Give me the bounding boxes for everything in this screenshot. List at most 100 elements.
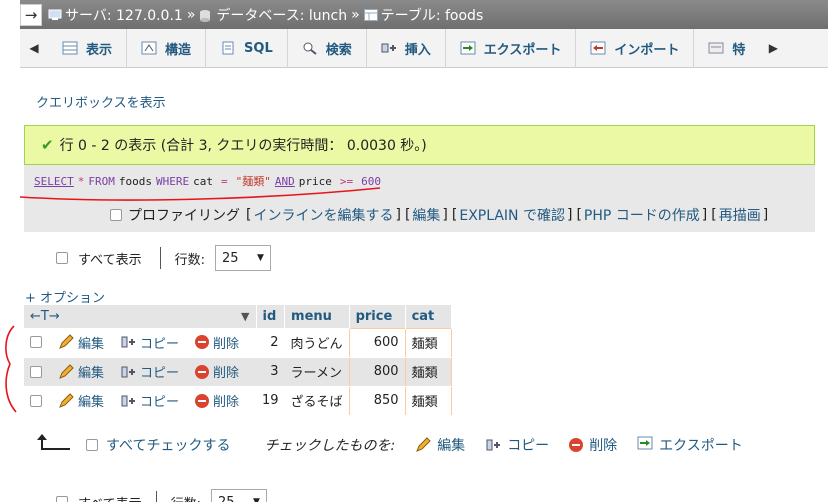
table-row: 編集 コピー 削除 2 肉うどん 600 麺類	[24, 327, 452, 358]
rows-label: 行数:	[174, 252, 205, 268]
row-checkbox[interactable]	[30, 365, 42, 378]
sql-keyword-from[interactable]: FROM	[88, 175, 115, 188]
cell-id: 19	[256, 386, 285, 416]
scroll-left-icon[interactable]: ◀	[20, 41, 48, 55]
edit-link[interactable]: 編集	[412, 205, 440, 225]
delete-icon	[569, 438, 584, 452]
cell-price[interactable]: 600	[348, 327, 406, 358]
bulk-export-button[interactable]: エクスポート	[637, 435, 743, 455]
server-icon	[48, 9, 62, 21]
cell-cat[interactable]: 麺類	[404, 327, 452, 358]
delete-row-link[interactable]: 削除	[213, 362, 239, 381]
sql-op-eq: =	[221, 174, 228, 188]
import-icon	[590, 41, 606, 55]
column-resize-icon[interactable]: ←T→	[30, 309, 60, 324]
profiling-checkbox[interactable]	[110, 208, 122, 221]
delete-row-link[interactable]: 削除	[213, 333, 239, 352]
cell-cat[interactable]: 麺類	[404, 385, 452, 416]
tab-sql[interactable]: SQL	[206, 28, 288, 68]
cell-menu: 肉うどん	[284, 328, 350, 358]
cell-price[interactable]: 800	[348, 356, 406, 387]
tab-insert[interactable]: 挿入	[367, 28, 446, 68]
structure-icon	[141, 41, 157, 55]
show-all-checkbox[interactable]	[56, 496, 68, 502]
bracket: ]	[566, 206, 573, 223]
arrow-right-icon[interactable]: →	[20, 3, 42, 26]
check-all-checkbox[interactable]	[86, 439, 98, 451]
cell-price[interactable]: 850	[348, 385, 406, 416]
tab-export[interactable]: エクスポート	[446, 28, 577, 68]
bulk-delete-button[interactable]: 削除	[569, 435, 617, 455]
edit-row-link[interactable]: 編集	[78, 362, 104, 381]
dropdown-arrow-icon: ▼	[253, 497, 260, 502]
copy-row-link[interactable]: コピー	[140, 391, 179, 410]
bulk-edit-button[interactable]: 編集	[415, 435, 465, 455]
pencil-icon[interactable]	[58, 363, 74, 380]
success-message: ✔ 行 0 - 2 の表示 (合計 3, クエリの実行時間： 0.0030 秒。…	[24, 125, 815, 165]
delete-row-link[interactable]: 削除	[213, 391, 239, 410]
sql-keyword-and[interactable]: AND	[275, 175, 295, 188]
bulk-copy-button[interactable]: コピー	[485, 435, 549, 455]
check-all-label[interactable]: すべてチェックする	[106, 435, 230, 455]
tab-operations[interactable]: 特	[694, 29, 759, 68]
rows-select[interactable]: 25 ▼	[210, 489, 267, 502]
tab-label: 検索	[325, 42, 352, 58]
tab-search[interactable]: 検索	[288, 28, 367, 68]
tab-import[interactable]: インポート	[576, 28, 695, 68]
rows-select[interactable]: 25 ▼	[214, 245, 271, 271]
pencil-icon[interactable]	[58, 392, 74, 409]
column-header-id[interactable]: id	[256, 305, 286, 328]
export-icon	[460, 41, 476, 55]
show-all-label: すべて表示	[78, 493, 142, 502]
copy-icon[interactable]	[120, 334, 136, 350]
breadcrumb-server[interactable]: サーバ: 127.0.0.1	[65, 5, 183, 25]
row-checkbox[interactable]	[30, 394, 42, 407]
bracket: [	[404, 206, 411, 223]
rows-label: 行数:	[171, 493, 201, 502]
scroll-right-icon[interactable]: ▶	[759, 41, 787, 55]
sql-keyword-select[interactable]: SELECT	[34, 175, 74, 188]
sql-op-gte: >=	[339, 174, 354, 188]
explain-link[interactable]: EXPLAIN で確認	[459, 205, 565, 225]
cell-cat[interactable]: 麺類	[404, 356, 452, 387]
insert-icon	[381, 41, 397, 55]
tab-bar: ◀ 表示 構造 SQL 検索 挿入 エクスポート インポート 特 ▶	[20, 28, 828, 68]
delete-icon[interactable]	[195, 393, 210, 408]
navigation-controls-bottom: すべて表示 行数: 25 ▼	[56, 489, 267, 502]
pencil-icon[interactable]	[58, 334, 74, 350]
tab-browse[interactable]: 表示	[48, 28, 128, 68]
row-checkbox[interactable]	[30, 336, 42, 349]
tab-label: 表示	[86, 42, 113, 58]
column-header-menu[interactable]: menu	[284, 305, 350, 328]
sql-star: *	[77, 174, 85, 188]
sql-keyword-where[interactable]: WHERE	[156, 175, 189, 188]
copy-icon[interactable]	[120, 393, 136, 409]
row-actions: 編集 コピー 削除	[24, 328, 256, 358]
sort-dropdown-icon[interactable]: ▼	[241, 310, 249, 323]
show-all-checkbox[interactable]	[56, 252, 68, 264]
breadcrumb-separator-2: »	[351, 6, 360, 23]
sql-col-cat: cat	[193, 174, 213, 188]
php-code-link[interactable]: PHP コードの作成	[584, 205, 700, 225]
inline-edit-link[interactable]: インラインを編集する	[253, 205, 393, 225]
show-query-box-link[interactable]: クエリボックスを表示	[36, 92, 166, 111]
tab-structure[interactable]: 構造	[127, 28, 207, 68]
sql-query-display: SELECT * FROM foods WHERE cat = "麺類" AND…	[24, 165, 815, 197]
refresh-link[interactable]: 再描画	[719, 205, 761, 225]
column-header-cat[interactable]: cat	[405, 305, 452, 328]
cell-menu: ざるそば	[284, 386, 350, 416]
edit-row-link[interactable]: 編集	[78, 391, 104, 410]
breadcrumb-database[interactable]: データベース: lunch	[216, 5, 347, 25]
row-actions: 編集 コピー 削除	[24, 386, 256, 416]
edit-row-link[interactable]: 編集	[78, 333, 104, 352]
copy-row-link[interactable]: コピー	[140, 362, 179, 381]
options-link[interactable]: + オプション	[25, 287, 105, 306]
cell-id: 2	[256, 328, 285, 358]
copy-icon[interactable]	[120, 364, 136, 380]
copy-row-link[interactable]: コピー	[140, 333, 179, 352]
breadcrumb-table[interactable]: テーブル: foods	[381, 5, 484, 25]
column-header-price[interactable]: price	[349, 305, 406, 328]
delete-icon[interactable]	[195, 335, 210, 350]
tab-label: 構造	[165, 42, 192, 58]
delete-icon[interactable]	[195, 364, 210, 379]
